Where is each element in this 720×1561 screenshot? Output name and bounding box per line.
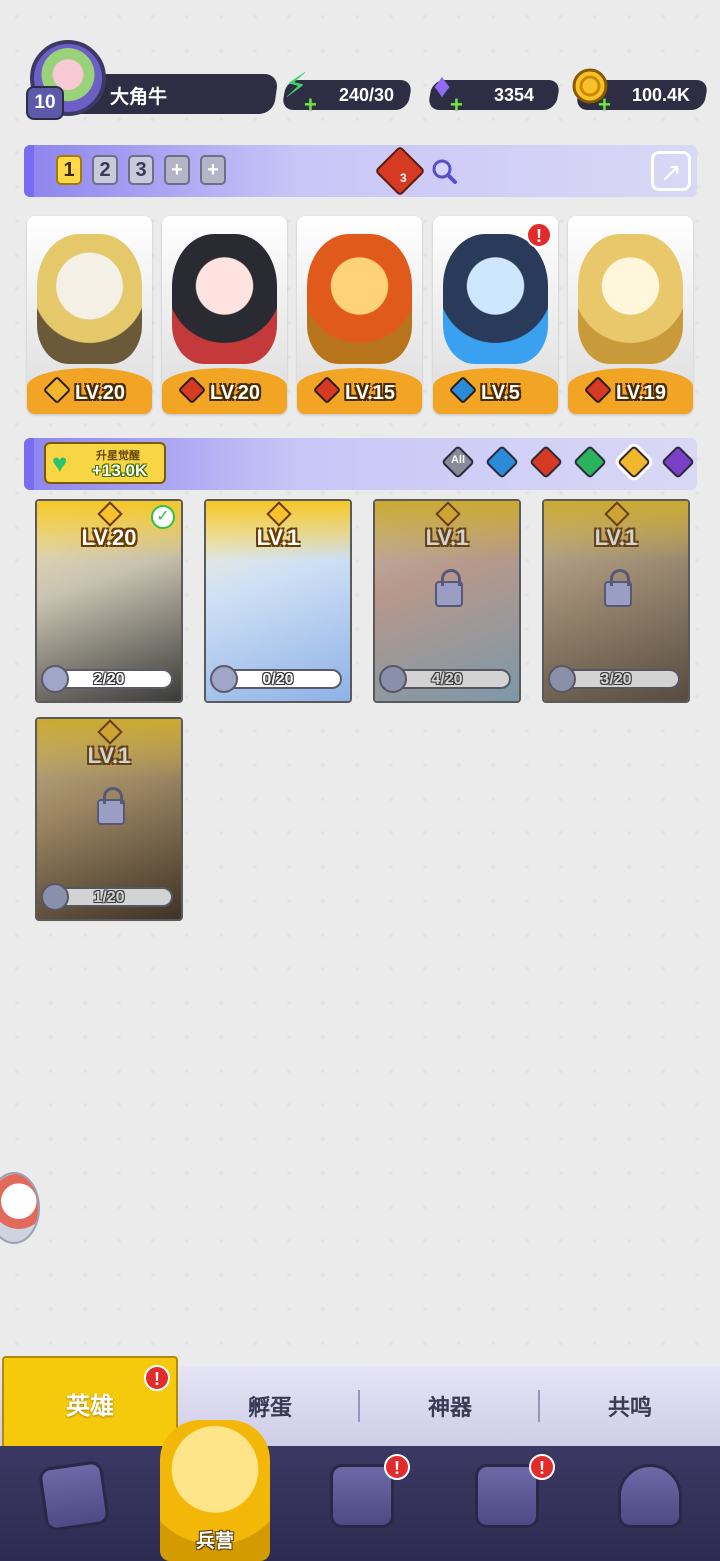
team-tab-3[interactable]: 3 [128, 155, 154, 185]
card-level: LV.1 [256, 525, 300, 550]
hero-card-3[interactable]: LV.15 [297, 216, 422, 414]
team-fire-count: 3 [400, 171, 407, 185]
player-level-badge: 10 [26, 86, 64, 120]
card-progress-text: 1/20 [93, 889, 125, 906]
card-level: LV.1 [87, 743, 131, 768]
card-level: LV.20 [81, 525, 137, 550]
filter-wind-icon[interactable] [573, 445, 607, 479]
hero-card-4[interactable]: LV.5 ! [433, 216, 558, 414]
team-selector-bar: 1 2 3 + + 3 ↗ [24, 145, 697, 197]
hero-card-5[interactable]: LV.19 [568, 216, 693, 414]
hero-level: LV.19 [616, 382, 667, 404]
add-energy-icon[interactable]: + [304, 92, 317, 118]
hero-level: LV.20 [210, 382, 261, 404]
lock-icon [604, 569, 632, 607]
guild-icon [618, 1464, 682, 1528]
hero-card-2[interactable]: LV.20 [162, 216, 287, 414]
lock-icon [435, 569, 463, 607]
skin-card-1[interactable]: ✓ LV.20 2/20 [35, 499, 183, 703]
gold-value: 100.4K [631, 85, 690, 105]
gold-resource[interactable]: + 100.4K [568, 68, 709, 117]
tab-artifact[interactable]: 神器 [358, 1390, 540, 1422]
nav-cards[interactable] [22, 1456, 122, 1551]
hero-portrait [307, 234, 412, 364]
team-tab-2[interactable]: 2 [92, 155, 118, 185]
team-tab-add-2[interactable]: + [200, 155, 226, 185]
gems-value: 3354 [493, 85, 534, 105]
hero-portrait [443, 234, 548, 364]
nav-shop-alert-icon: ! [529, 1454, 555, 1480]
add-gold-icon[interactable]: + [598, 92, 611, 118]
collection-filter-bar: ♥ 升星觉醒 +13.0K All [24, 438, 697, 490]
cards-icon [37, 1459, 111, 1533]
skin-card-5[interactable]: LV.1 1/20 [35, 717, 183, 921]
skin-card-4[interactable]: LV.1 3/20 [542, 499, 690, 703]
nav-map-alert-icon: ! [384, 1454, 410, 1480]
skin-card-2[interactable]: LV.1 0/20 [204, 499, 352, 703]
nav-barracks[interactable]: 兵营 [160, 1420, 270, 1561]
hero-level: LV.5 [481, 382, 520, 404]
filter-fire-icon[interactable] [529, 445, 563, 479]
player-name: 大角牛 [110, 87, 168, 108]
hero-card-1[interactable]: LV.20 [27, 216, 152, 414]
tab-resonance[interactable]: 共鸣 [538, 1390, 720, 1422]
card-progress-bar: 4/20 [383, 669, 511, 689]
card-level: LV.1 [594, 525, 638, 550]
skin-card-3[interactable]: LV.1 4/20 [373, 499, 521, 703]
shard-icon [41, 883, 69, 911]
bottom-navigation: ! ! [0, 1446, 720, 1561]
nav-barracks-label: 兵营 [195, 1531, 234, 1552]
gems-resource[interactable]: ♦ + 3354 [420, 67, 561, 117]
team-tab-add-1[interactable]: + [164, 155, 190, 185]
light-element-icon [435, 501, 461, 527]
tab-heroes-label: 英雄 [66, 1393, 114, 1420]
map-icon [330, 1464, 394, 1528]
card-progress-bar: 1/20 [45, 887, 173, 907]
nav-guild[interactable] [598, 1456, 698, 1551]
energy-resource[interactable]: ⚡ + 240/30 [274, 67, 413, 117]
filter-water-icon[interactable] [485, 445, 519, 479]
card-level: LV.1 [425, 525, 469, 550]
shard-icon [379, 665, 407, 693]
shard-icon [41, 665, 69, 693]
share-icon[interactable]: ↗ [651, 151, 691, 191]
light-element-icon [97, 719, 123, 745]
tab-hatch[interactable]: 孵蛋 [180, 1390, 360, 1422]
hero-level: LV.20 [75, 382, 126, 404]
tab-heroes-alert-icon: ! [144, 1365, 170, 1391]
hero-portrait [37, 234, 142, 364]
heart-icon: ♥ [52, 448, 68, 478]
lock-icon [97, 787, 125, 825]
hero-portrait [578, 234, 683, 364]
hero-alert-icon: ! [526, 222, 552, 248]
card-progress-text: 4/20 [431, 671, 463, 688]
search-icon[interactable] [430, 157, 458, 192]
filter-dark-icon[interactable] [661, 445, 695, 479]
nav-map[interactable]: ! [310, 1454, 410, 1551]
shard-icon [548, 665, 576, 693]
card-progress-text: 3/20 [600, 671, 632, 688]
shard-icon [210, 665, 238, 693]
light-element-icon [604, 501, 630, 527]
energy-value: 240/30 [338, 85, 394, 105]
filter-all-label: All [450, 454, 466, 466]
team-tab-1[interactable]: 1 [56, 155, 82, 185]
player-profile[interactable]: 10 大角牛 [24, 40, 279, 120]
filter-light-icon[interactable] [617, 445, 651, 479]
shop-icon [475, 1464, 539, 1528]
hero-level: LV.15 [345, 382, 396, 404]
hero-portrait [172, 234, 277, 364]
awaken-amount: +13.0K [92, 461, 148, 480]
card-progress-bar: 3/20 [552, 669, 680, 689]
awaken-bonus-button[interactable]: ♥ 升星觉醒 +13.0K [44, 442, 166, 484]
add-gems-icon[interactable]: + [450, 92, 463, 118]
nav-shop[interactable]: ! [455, 1454, 555, 1551]
